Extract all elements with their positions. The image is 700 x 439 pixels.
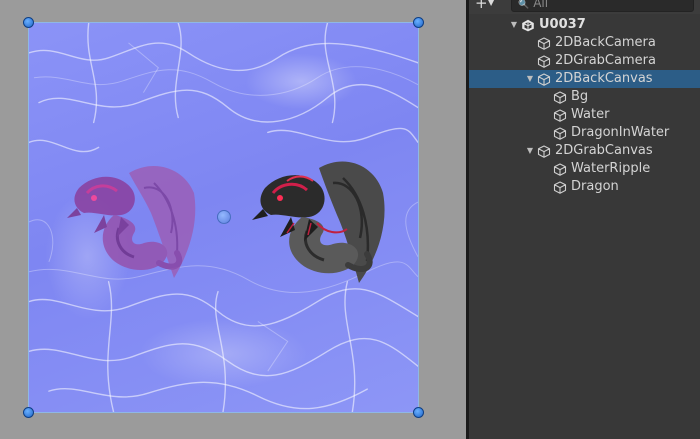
hierarchy-scene-root[interactable]: ▼ U0037 bbox=[469, 16, 700, 34]
gameobject-cube-icon bbox=[553, 91, 567, 104]
pivot-handle[interactable] bbox=[217, 210, 231, 224]
unity-logo-icon bbox=[522, 19, 534, 32]
fold-arrow-icon[interactable]: ▼ bbox=[525, 142, 535, 160]
rect-handle-top-right[interactable] bbox=[413, 17, 424, 28]
scene-view[interactable] bbox=[0, 0, 466, 439]
hierarchy-item[interactable]: ▼ 2DGrabCanvas bbox=[469, 142, 700, 160]
gameobject-cube-icon bbox=[553, 163, 567, 176]
dragon-in-water-sprite bbox=[67, 165, 196, 278]
gameobject-cube-icon bbox=[537, 73, 551, 86]
hierarchy-item[interactable]: Dragon bbox=[469, 178, 700, 196]
hierarchy-item-label: U0037 bbox=[539, 17, 586, 32]
fold-arrow-icon[interactable]: ▼ bbox=[525, 70, 535, 88]
hierarchy-toolbar: +▼ 🔍 All bbox=[469, 0, 700, 14]
hierarchy-item[interactable]: Water bbox=[469, 106, 700, 124]
rect-handle-bottom-right[interactable] bbox=[413, 407, 424, 418]
search-placeholder: All bbox=[533, 0, 549, 10]
hierarchy-tree: ▼ U0037 2DBackCamera 2DGrabCamera ▼ 2DBackCan… bbox=[469, 16, 700, 196]
hierarchy-panel: +▼ 🔍 All ▼ U0037 2DBackCamera 2DGrabCamera ▼ 2… bbox=[469, 0, 700, 439]
hierarchy-item-label: Water bbox=[571, 107, 610, 122]
hierarchy-item-label: 2DBackCanvas bbox=[555, 71, 653, 86]
dragon-sprite bbox=[252, 161, 385, 283]
add-object-button[interactable]: +▼ bbox=[475, 0, 505, 12]
hierarchy-item[interactable]: WaterRipple bbox=[469, 160, 700, 178]
gameobject-cube-icon bbox=[537, 37, 551, 50]
hierarchy-item-label: 2DBackCamera bbox=[555, 35, 656, 50]
hierarchy-item[interactable]: 2DGrabCamera bbox=[469, 52, 700, 70]
hierarchy-item-label: Bg bbox=[571, 89, 589, 104]
hierarchy-item[interactable]: Bg bbox=[469, 88, 700, 106]
hierarchy-item[interactable]: ▼ 2DBackCanvas bbox=[469, 70, 700, 88]
plus-icon: + bbox=[475, 0, 488, 12]
rect-handle-top-left[interactable] bbox=[23, 17, 34, 28]
fold-arrow-icon[interactable]: ▼ bbox=[509, 16, 519, 34]
hierarchy-item-label: Dragon bbox=[571, 179, 619, 194]
rect-handle-bottom-left[interactable] bbox=[23, 407, 34, 418]
hierarchy-search-input[interactable]: 🔍 All bbox=[511, 0, 694, 12]
chevron-down-icon: ▼ bbox=[488, 0, 495, 7]
gameobject-cube-icon bbox=[553, 109, 567, 122]
hierarchy-item-label: WaterRipple bbox=[571, 161, 651, 176]
hierarchy-item-label: DragonInWater bbox=[571, 125, 670, 140]
hierarchy-item-label: 2DGrabCamera bbox=[555, 53, 656, 68]
gameobject-cube-icon bbox=[553, 181, 567, 194]
search-icon: 🔍 bbox=[518, 0, 530, 10]
hierarchy-item[interactable]: DragonInWater bbox=[469, 124, 700, 142]
gameobject-cube-icon bbox=[537, 145, 551, 158]
hierarchy-item-label: 2DGrabCanvas bbox=[555, 143, 653, 158]
hierarchy-item[interactable]: 2DBackCamera bbox=[469, 34, 700, 52]
gameobject-cube-icon bbox=[553, 127, 567, 140]
gameobject-cube-icon bbox=[537, 55, 551, 68]
